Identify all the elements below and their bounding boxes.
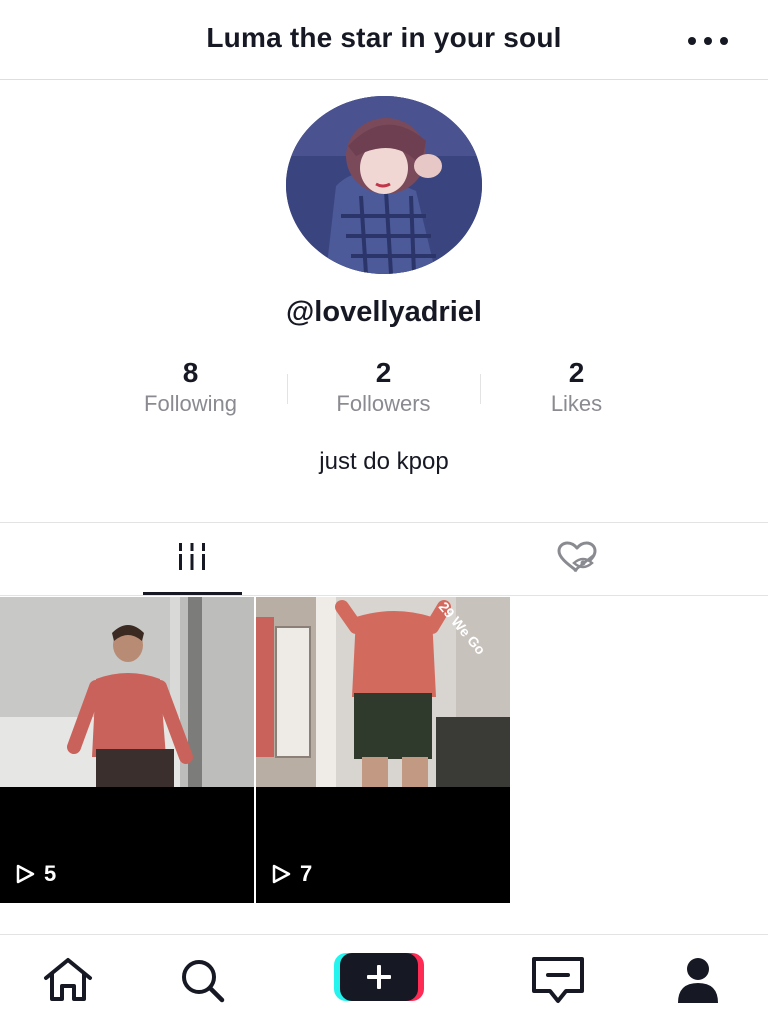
- play-icon: [272, 864, 291, 884]
- create-button[interactable]: [334, 951, 424, 1003]
- nav-home[interactable]: [38, 953, 98, 1007]
- profile-tabs: [0, 522, 768, 596]
- avatar[interactable]: [286, 96, 482, 274]
- video-preview-image: [0, 597, 254, 787]
- video-thumbnail[interactable]: 29 We Go 7: [256, 597, 510, 903]
- followers-label: Followers: [336, 391, 431, 416]
- nav-me[interactable]: [668, 953, 728, 1007]
- followers-count: 2: [375, 357, 392, 388]
- top-bar: Luma the star in your soul: [0, 0, 768, 80]
- bottom-navigation: [0, 934, 768, 1024]
- plus-icon: [334, 953, 424, 1001]
- nav-discover[interactable]: [172, 953, 232, 1007]
- play-count-value: 5: [44, 861, 57, 886]
- play-count: 7: [270, 861, 312, 887]
- likes-label: Likes: [550, 391, 603, 416]
- search-icon: [182, 960, 225, 1003]
- page-title: Luma the star in your soul: [206, 22, 562, 53]
- grid-bars-icon: [179, 543, 205, 570]
- profile-bio: just do kpop: [319, 448, 449, 475]
- stat-likes[interactable]: 2 Likes: [480, 356, 673, 418]
- video-preview-image: 29 We Go: [256, 597, 510, 787]
- message-icon: [532, 957, 584, 1003]
- hidden-heart-icon: [557, 541, 597, 573]
- nav-inbox[interactable]: [528, 953, 588, 1007]
- avatar-image: [286, 96, 482, 274]
- play-icon: [16, 864, 35, 884]
- more-horizontal-icon[interactable]: [686, 32, 730, 50]
- profile-stats: 8 Following 2 Followers 2 Likes: [94, 356, 674, 420]
- video-thumbnail[interactable]: 5: [0, 597, 254, 903]
- play-count-value: 7: [300, 861, 313, 886]
- following-label: Following: [144, 391, 237, 416]
- play-count: 5: [14, 861, 56, 887]
- tab-videos[interactable]: [0, 523, 384, 595]
- active-tab-indicator: [143, 592, 242, 595]
- following-count: 8: [182, 357, 199, 388]
- home-icon: [44, 958, 92, 1001]
- stat-following[interactable]: 8 Following: [94, 356, 287, 418]
- stat-followers[interactable]: 2 Followers: [287, 356, 480, 418]
- profile-icon: [678, 958, 718, 1003]
- likes-count: 2: [568, 357, 585, 388]
- tab-liked[interactable]: [384, 523, 768, 595]
- username: @lovellyadriel: [286, 296, 482, 328]
